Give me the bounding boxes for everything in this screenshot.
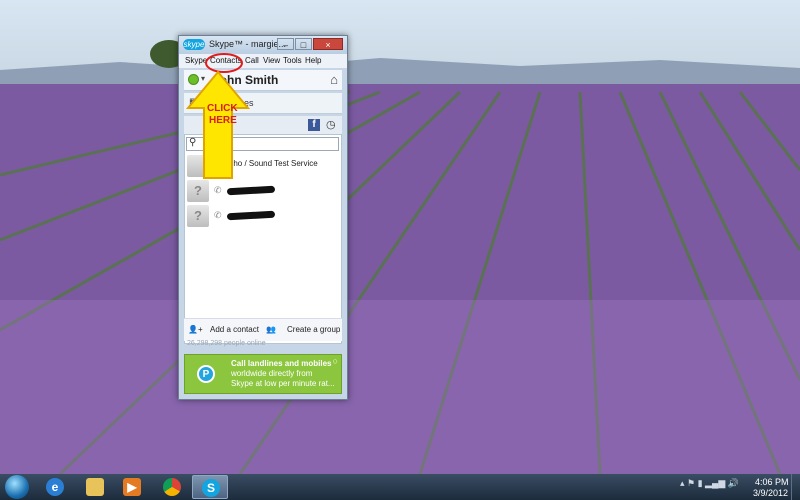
contact-item-redacted-2[interactable]: ? ✆ <box>187 205 337 229</box>
redacted-name <box>226 210 276 221</box>
promo-line-3: Skype at low per minute rat... <box>231 379 335 388</box>
promo-line-1: Call landlines and mobiles <box>231 359 332 368</box>
system-tray-icons[interactable]: ▴ ⚑ ▮ ▂▄▆ 🔊 <box>680 478 739 489</box>
contact-item-redacted-1[interactable]: ? ✆ <box>187 180 337 204</box>
create-group-button[interactable]: Create a group <box>287 325 340 334</box>
menu-help[interactable]: Help <box>305 56 321 65</box>
minimize-button[interactable]: – <box>277 38 294 50</box>
lavender-field-wallpaper <box>0 0 800 474</box>
menu-skype[interactable]: Skype <box>185 56 207 65</box>
internet-explorer-icon: e <box>46 478 64 496</box>
clock-time[interactable]: 4:06 PM <box>755 477 789 487</box>
phone-icon: ✆ <box>214 185 222 195</box>
phone-icon: ✆ <box>214 210 222 220</box>
taskbar: e ▶ S ▴ ⚑ ▮ ▂▄▆ 🔊 4:06 PM 3/9/2012 <box>0 474 800 500</box>
facebook-icon[interactable]: f <box>308 119 320 131</box>
chrome-icon <box>163 478 181 496</box>
desktop-wallpaper <box>0 0 800 474</box>
window-title: Skype™ - margie... <box>209 39 287 49</box>
add-contact-icon[interactable]: 👤+ <box>188 325 203 334</box>
close-button[interactable]: × <box>313 38 343 50</box>
skype-phone-icon: P <box>197 365 215 383</box>
annotation-text-line-2: HERE <box>209 115 237 126</box>
taskbar-file-explorer[interactable] <box>77 475 113 499</box>
avatar: ? <box>187 180 209 202</box>
taskbar-skype[interactable]: S <box>192 475 228 499</box>
annotation-text-line-1: CLICK <box>207 103 238 114</box>
media-player-icon: ▶ <box>123 478 141 496</box>
menu-view[interactable]: View <box>263 56 280 65</box>
file-explorer-icon <box>86 478 104 496</box>
recent-clock-icon[interactable]: ◷ <box>326 118 336 131</box>
menu-call[interactable]: Call <box>245 56 259 65</box>
menu-tools[interactable]: Tools <box>283 56 302 65</box>
avatar: ? <box>187 205 209 227</box>
home-icon[interactable]: ⌂ <box>330 72 338 87</box>
skype-logo-icon: skype <box>183 39 205 50</box>
skype-icon: S <box>202 479 220 497</box>
create-group-icon[interactable]: 👥 <box>266 325 276 334</box>
title-bar[interactable]: skype Skype™ - margie... – □ × <box>179 36 347 54</box>
add-contact-button[interactable]: Add a contact <box>210 325 259 334</box>
online-count: 26,298,298 people online <box>187 340 266 347</box>
contact-actions-bar: 👤+ Add a contact 👥 Create a group <box>184 318 342 341</box>
start-button[interactable] <box>5 475 29 499</box>
close-icon[interactable]: ○ <box>333 356 338 366</box>
clock-date[interactable]: 3/9/2012 <box>753 488 788 498</box>
taskbar-chrome[interactable] <box>154 475 190 499</box>
redacted-name <box>226 185 276 196</box>
promo-banner[interactable]: P Call landlines and mobiles worldwide d… <box>184 354 342 394</box>
promo-line-2: worldwide directly from <box>231 369 313 378</box>
show-desktop-button[interactable] <box>791 474 800 500</box>
taskbar-media-player[interactable]: ▶ <box>114 475 150 499</box>
maximize-button[interactable]: □ <box>295 38 312 50</box>
taskbar-internet-explorer[interactable]: e <box>37 475 73 499</box>
